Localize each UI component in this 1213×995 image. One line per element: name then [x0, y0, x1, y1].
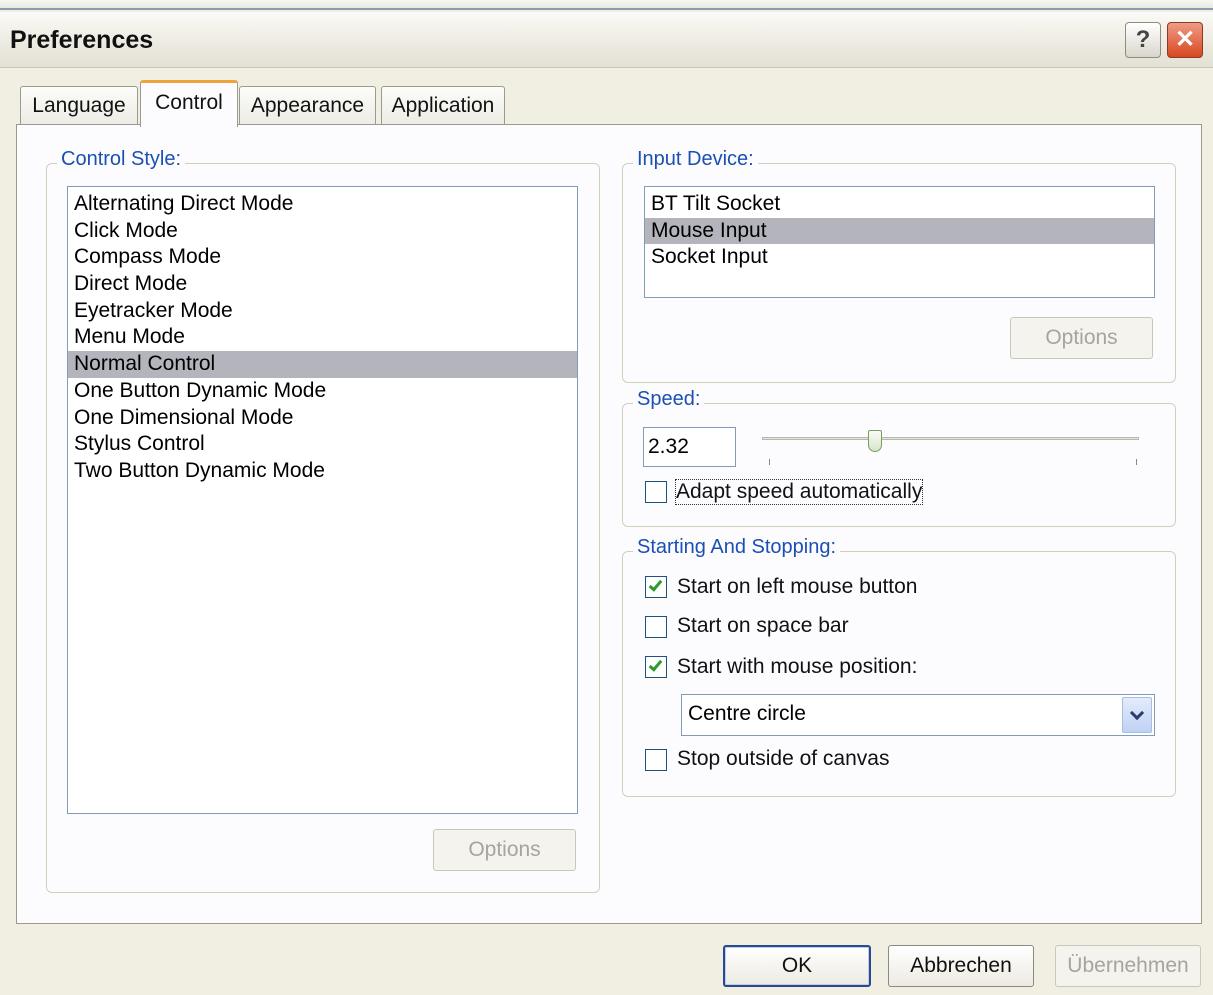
control-style-title: Control Style:	[57, 148, 186, 171]
stop-outside-label[interactable]: Stop outside of canvas	[677, 747, 889, 771]
list-item[interactable]: Compass Mode	[68, 244, 577, 271]
speed-input[interactable]: 2.32	[643, 427, 736, 467]
list-item[interactable]: Click Mode	[68, 218, 577, 245]
check-icon	[648, 657, 663, 672]
starting-stopping-title: Starting And Stopping:	[633, 536, 841, 559]
list-item[interactable]: Stylus Control	[68, 431, 577, 458]
list-item[interactable]: Alternating Direct Mode	[68, 191, 577, 218]
start-left-mouse-checkbox[interactable]	[645, 576, 667, 598]
ok-button[interactable]: OK	[723, 945, 871, 987]
start-left-mouse-label[interactable]: Start on left mouse button	[677, 575, 917, 599]
tab-application[interactable]: Application	[381, 86, 505, 126]
input-device-list[interactable]: BT Tilt Socket Mouse Input Socket Input	[644, 186, 1155, 298]
list-item[interactable]: Normal Control	[68, 351, 577, 378]
tab-language[interactable]: Language	[20, 86, 138, 126]
list-item[interactable]: Mouse Input	[645, 217, 1154, 245]
slider-tick	[1136, 459, 1137, 465]
title-bar: Preferences ? ✕	[0, 12, 1213, 68]
help-icon: ?	[1135, 26, 1151, 53]
help-button[interactable]: ?	[1125, 22, 1161, 58]
apply-button[interactable]: Übernehmen	[1055, 945, 1201, 987]
list-item[interactable]: One Dimensional Mode	[68, 405, 577, 432]
window-title: Preferences	[10, 26, 154, 54]
speed-slider-thumb[interactable]	[868, 430, 883, 452]
start-space-bar-checkbox[interactable]	[645, 616, 667, 638]
tab-control[interactable]: Control	[140, 80, 238, 127]
adapt-speed-checkbox[interactable]	[645, 481, 667, 503]
speed-title: Speed:	[633, 388, 705, 411]
window-top-edge	[0, 0, 1213, 10]
control-style-list[interactable]: Alternating Direct Mode Click Mode Compa…	[67, 186, 578, 814]
start-mouse-position-label[interactable]: Start with mouse position:	[677, 655, 917, 679]
chevron-down-icon	[1129, 705, 1145, 721]
list-item[interactable]: Socket Input	[645, 244, 1154, 271]
speed-slider-track[interactable]	[762, 437, 1139, 440]
close-icon: ✕	[1174, 26, 1196, 53]
mouse-position-select[interactable]: Centre circle	[681, 694, 1155, 736]
input-device-options-button[interactable]: Options	[1010, 317, 1153, 359]
control-style-options-button[interactable]: Options	[433, 829, 576, 871]
list-item[interactable]: Eyetracker Mode	[68, 298, 577, 325]
mouse-position-value: Centre circle	[688, 702, 806, 725]
list-item[interactable]: Two Button Dynamic Mode	[68, 458, 577, 485]
cancel-button[interactable]: Abbrechen	[888, 945, 1034, 987]
start-space-bar-label[interactable]: Start on space bar	[677, 614, 849, 638]
tab-appearance[interactable]: Appearance	[239, 86, 376, 126]
stop-outside-checkbox[interactable]	[645, 749, 667, 771]
slider-tick	[769, 459, 770, 465]
list-item[interactable]: BT Tilt Socket	[645, 191, 1154, 218]
start-mouse-position-checkbox[interactable]	[645, 656, 667, 678]
list-item[interactable]: One Button Dynamic Mode	[68, 378, 577, 405]
adapt-speed-label[interactable]: Adapt speed automatically	[674, 479, 924, 505]
list-item[interactable]: Direct Mode	[68, 271, 577, 298]
dropdown-button[interactable]	[1122, 697, 1152, 733]
list-item[interactable]: Menu Mode	[68, 324, 577, 351]
close-button[interactable]: ✕	[1167, 22, 1203, 58]
input-device-title: Input Device:	[633, 148, 758, 171]
check-icon	[648, 577, 663, 592]
